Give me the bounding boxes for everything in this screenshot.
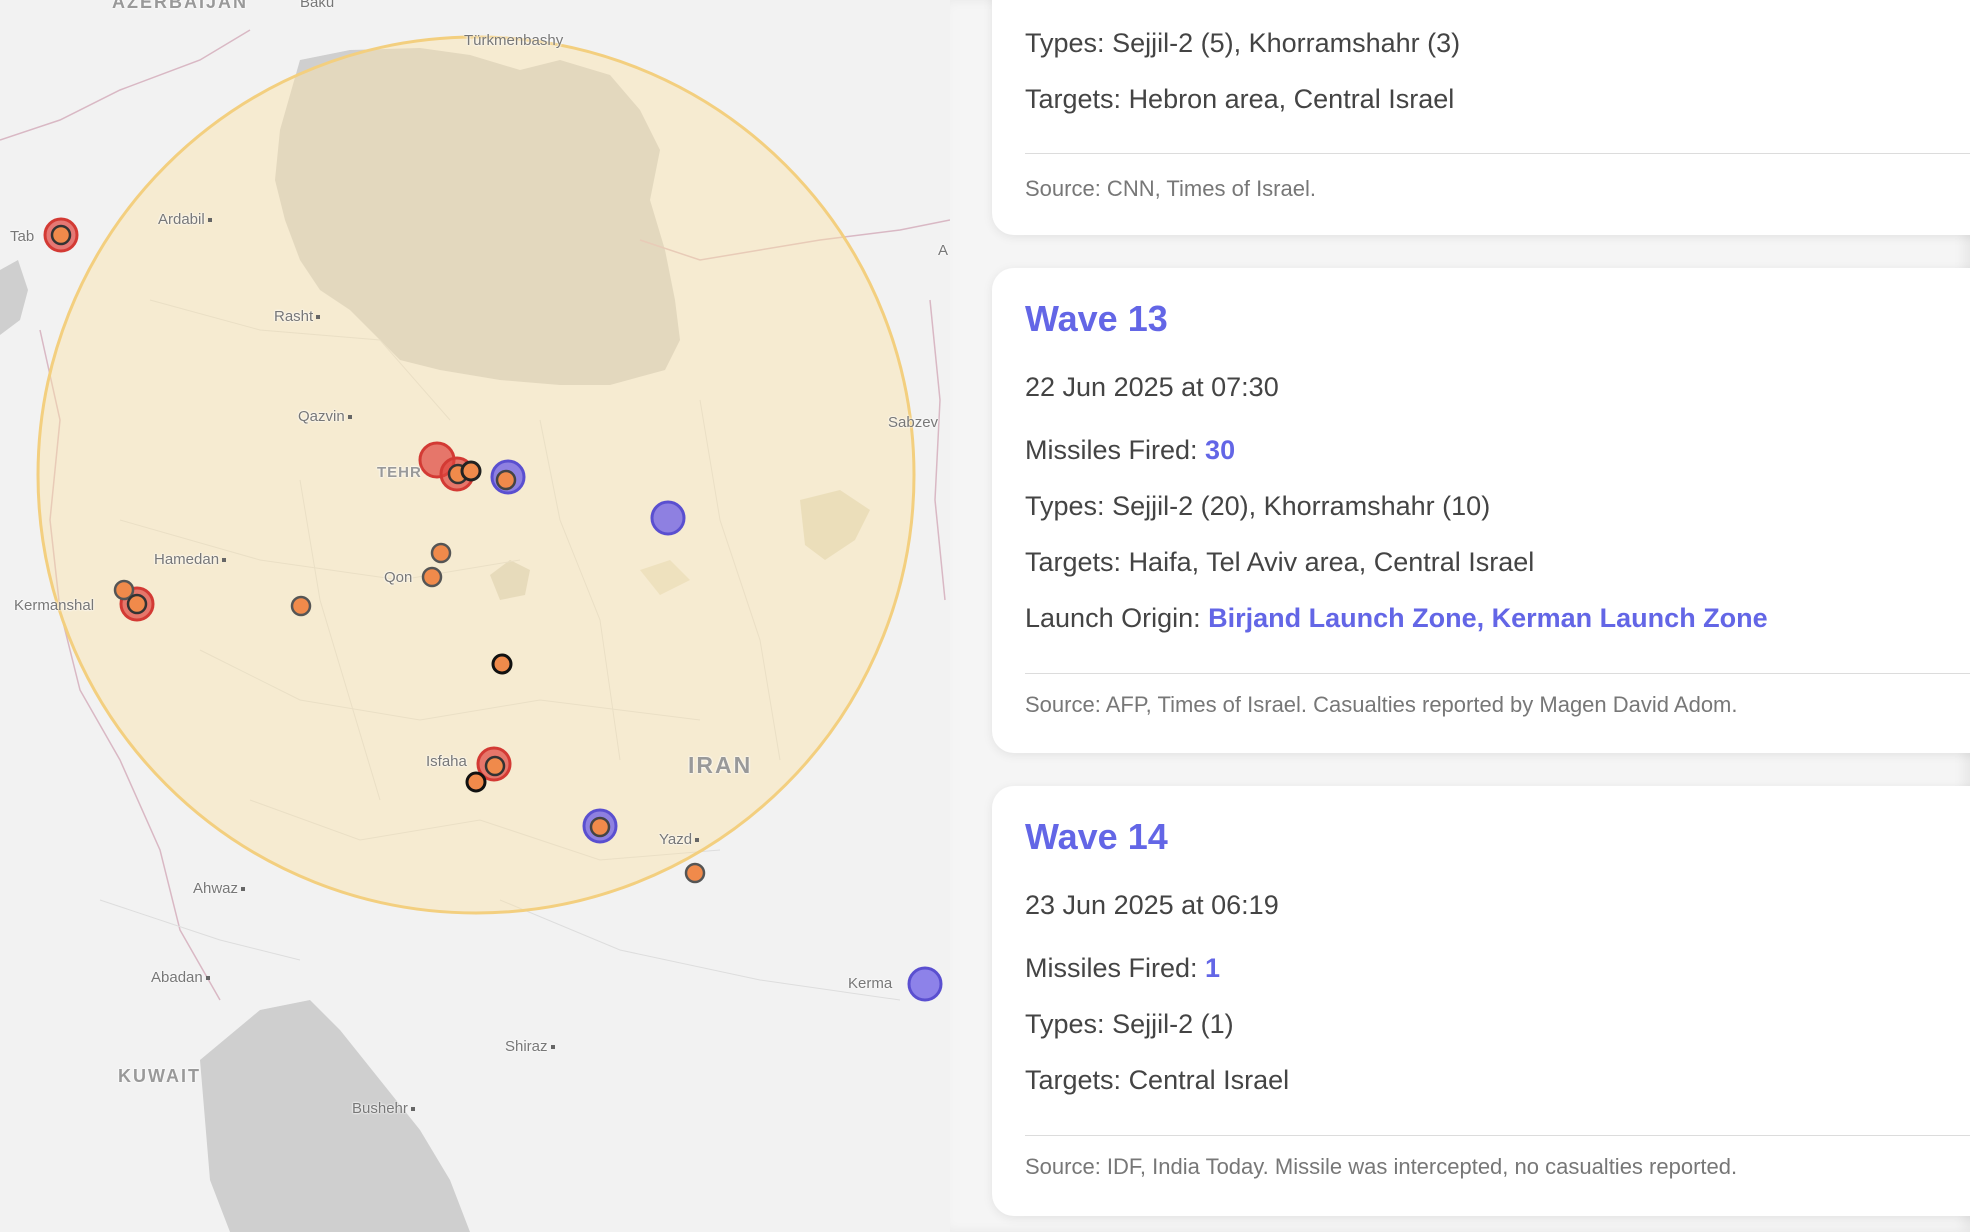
wave-targets: Targets: Haifa, Tel Aviv area, Central I… <box>1025 547 1535 577</box>
country-label-iran: IRAN <box>688 752 753 778</box>
site-marker-orange[interactable] <box>50 224 72 246</box>
wave-card-12[interactable]: Types: Sejjil-2 (5), Khorramshahr (3) Ta… <box>992 0 1970 235</box>
site-marker-orange[interactable] <box>126 593 148 615</box>
card-divider <box>1025 673 1970 674</box>
missiles-count: 1 <box>1205 953 1221 983</box>
wave-missiles: Missiles Fired: 1 <box>1025 953 1221 983</box>
city-label-sabzevar: Sabzev <box>888 414 939 431</box>
wave-types: Types: Sejjil-2 (1) <box>1025 1009 1234 1039</box>
site-marker-orange[interactable] <box>491 653 513 675</box>
city-dot <box>347 415 352 420</box>
wave-datetime: 22 Jun 2025 at 07:30 <box>1025 372 1279 402</box>
city-label-edge: A <box>938 242 949 259</box>
city-dot <box>695 838 700 843</box>
site-marker-orange[interactable] <box>589 816 611 838</box>
site-marker-blue[interactable] <box>650 500 686 536</box>
wave-card-14[interactable]: Wave 14 23 Jun 2025 at 06:19 Missiles Fi… <box>992 786 1970 1216</box>
city-dot <box>316 315 321 320</box>
wave-launch-origin: Launch Origin: Birjand Launch Zone, Kerm… <box>1025 603 1768 633</box>
wave-targets: Targets: Central Israel <box>1025 1065 1290 1095</box>
wave-datetime: 23 Jun 2025 at 06:19 <box>1025 890 1279 920</box>
site-marker-orange[interactable] <box>684 862 706 884</box>
site-marker-orange[interactable] <box>290 595 312 617</box>
wave-types: Types: Sejjil-2 (20), Khorramshahr (10) <box>1025 491 1491 521</box>
site-marker-orange[interactable] <box>460 460 482 482</box>
wave-source: Source: CNN, Times of Israel. <box>1025 176 1316 201</box>
city-label-bushehr: Bushehr <box>352 1100 415 1117</box>
wave-types: Types: Sejjil-2 (5), Khorramshahr (3) <box>1025 28 1461 58</box>
wave-title[interactable]: Wave 14 <box>1025 816 1168 858</box>
site-marker-orange[interactable] <box>465 771 487 793</box>
city-label-ahwaz: Ahwaz <box>193 880 246 897</box>
site-marker-orange[interactable] <box>495 469 517 491</box>
map-canvas[interactable] <box>0 0 950 1232</box>
city-label-kerman: Kerma <box>848 975 893 992</box>
wave-source: Source: AFP, Times of Israel. Casualties… <box>1025 692 1738 717</box>
wave-source: Source: IDF, India Today. Missile was in… <box>1025 1154 1738 1179</box>
city-label-tehran: TEHR <box>377 464 422 481</box>
waves-panel[interactable]: Types: Sejjil-2 (5), Khorramshahr (3) Ta… <box>950 0 1970 1232</box>
city-label-qom: Qon <box>384 569 413 586</box>
city-label-isfahan: Isfaha <box>426 753 467 770</box>
card-divider <box>1025 153 1970 154</box>
city-label-rasht: Rasht <box>274 308 321 325</box>
city-label-kermanshah: Kermanshal <box>14 597 95 614</box>
site-marker-orange[interactable] <box>430 542 452 564</box>
city-dot <box>241 887 246 892</box>
city-label-hamedan: Hamedan <box>154 551 227 568</box>
country-label-kuwait: KUWAIT <box>118 1066 201 1086</box>
city-label-tabriz: Tab <box>10 228 35 245</box>
site-marker-blue[interactable] <box>907 966 943 1002</box>
city-dot <box>550 1045 555 1050</box>
missiles-count: 30 <box>1205 435 1236 465</box>
city-dot <box>207 218 212 223</box>
map-view[interactable]: AZERBAIJAN IRAN KUWAIT Baku Türkmenbashy… <box>0 0 950 1232</box>
site-marker-orange[interactable] <box>421 566 443 588</box>
wave-card-13[interactable]: Wave 13 22 Jun 2025 at 07:30 Missiles Fi… <box>992 268 1970 753</box>
city-label-qazvin: Qazvin <box>298 408 352 425</box>
city-label-ardabil: Ardabil <box>158 211 212 228</box>
city-dot <box>410 1107 415 1112</box>
city-dot <box>222 558 227 563</box>
site-marker-orange[interactable] <box>484 755 506 777</box>
city-label-baku: Baku <box>300 0 335 11</box>
wave-targets: Targets: Hebron area, Central Israel <box>1025 84 1455 114</box>
city-label-abadan: Abadan <box>151 969 210 986</box>
city-label-turkmenbashy: Türkmenbashy <box>464 32 564 49</box>
city-label-shiraz: Shiraz <box>505 1038 555 1055</box>
card-divider <box>1025 1135 1970 1136</box>
city-dot <box>205 976 210 981</box>
wave-missiles: Missiles Fired: 30 <box>1025 435 1236 465</box>
wave-title[interactable]: Wave 13 <box>1025 298 1168 340</box>
launch-origin-link[interactable]: Birjand Launch Zone, Kerman Launch Zone <box>1208 603 1768 633</box>
city-label-yazd: Yazd <box>659 831 700 848</box>
country-label-azerbaijan: AZERBAIJAN <box>112 0 249 12</box>
